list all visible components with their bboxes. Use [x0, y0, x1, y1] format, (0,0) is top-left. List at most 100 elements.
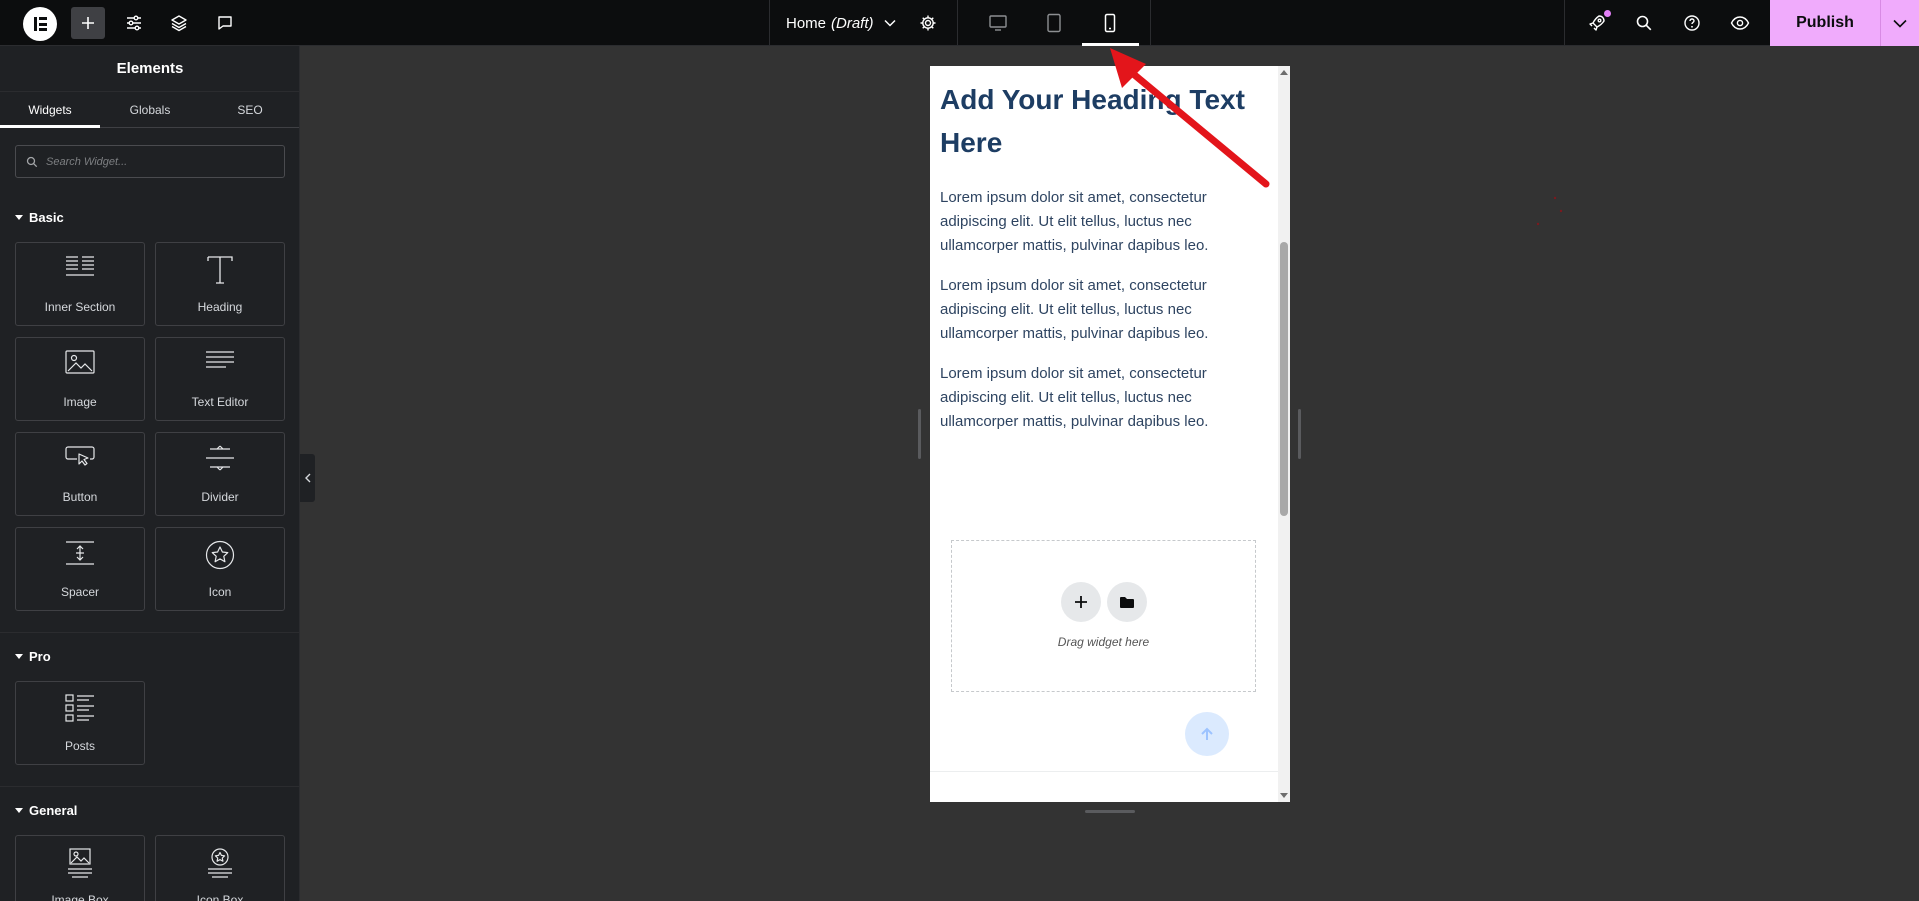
help-button[interactable] — [1675, 7, 1709, 39]
widget-label: Text Editor — [191, 395, 249, 409]
page-name: Home — [786, 14, 827, 32]
widget-inner-section[interactable]: Inner Section — [15, 242, 145, 326]
text-paragraph[interactable]: Lorem ipsum dolor sit amet, consectetur … — [940, 274, 1265, 346]
widget-spacer[interactable]: Spacer — [15, 527, 145, 611]
tablet-view-button[interactable] — [1037, 7, 1071, 39]
category-pro-toggle[interactable]: Pro — [15, 649, 51, 664]
scrollbar-thumb[interactable] — [1280, 242, 1288, 516]
widget-divider[interactable]: Divider — [155, 432, 285, 516]
plus-icon — [82, 17, 94, 29]
image-icon — [65, 350, 95, 374]
widget-label: Spacer — [60, 585, 100, 599]
desktop-view-button[interactable] — [981, 7, 1015, 39]
widget-label: Image — [63, 395, 97, 409]
category-label: Basic — [29, 210, 64, 225]
category-general-toggle[interactable]: General — [15, 803, 77, 818]
posts-icon — [65, 694, 94, 722]
whats-new-button[interactable] — [1580, 7, 1614, 39]
widget-icon[interactable]: Icon — [155, 527, 285, 611]
widget-label: Inner Section — [44, 300, 116, 314]
scroll-down-arrow-icon[interactable] — [1280, 793, 1288, 798]
resize-handle-left[interactable] — [918, 409, 921, 459]
layers-icon — [171, 15, 187, 32]
search-icon — [26, 156, 38, 167]
scroll-up-arrow-icon[interactable] — [1280, 70, 1288, 75]
drop-zone[interactable]: Drag widget here — [951, 540, 1256, 692]
panel-tabs: Widgets Globals SEO — [0, 93, 299, 128]
add-section-button[interactable] — [1060, 582, 1101, 622]
widget-text-editor[interactable]: Text Editor — [155, 337, 285, 421]
search-widget-field[interactable] — [15, 145, 285, 178]
publish-button[interactable]: Publish — [1770, 0, 1880, 46]
chevron-down-icon — [1893, 19, 1907, 28]
tab-seo[interactable]: SEO — [200, 93, 299, 127]
resize-handle-bottom[interactable] — [1085, 810, 1135, 813]
finder-button[interactable] — [1627, 7, 1661, 39]
inner-section-icon — [66, 256, 94, 276]
eye-icon — [1730, 16, 1750, 30]
preview-button[interactable] — [1723, 7, 1757, 39]
widget-image[interactable]: Image — [15, 337, 145, 421]
widget-label: Icon Box — [196, 893, 244, 901]
image-box-icon — [68, 848, 92, 878]
search-icon — [1636, 15, 1652, 31]
drop-zone-hint: Drag widget here — [1057, 635, 1150, 649]
gear-icon — [920, 15, 936, 31]
add-element-button[interactable] — [71, 7, 105, 39]
icon-box-icon — [208, 848, 232, 878]
text-paragraph[interactable]: Lorem ipsum dolor sit amet, consectetur … — [940, 186, 1265, 258]
widget-posts[interactable]: Posts — [15, 681, 145, 765]
mobile-preview-frame: Add Your Heading Text Here Lorem ipsum d… — [930, 66, 1290, 802]
rocket-icon — [1589, 15, 1605, 31]
divider-icon — [206, 445, 234, 471]
tab-globals[interactable]: Globals — [100, 93, 200, 127]
plus-icon — [1074, 596, 1087, 608]
top-bar: Home (Draft) Publish — [0, 0, 1919, 46]
search-widget-input[interactable] — [46, 155, 276, 168]
mobile-view-button[interactable] — [1093, 7, 1127, 39]
publish-options-button[interactable] — [1880, 0, 1919, 46]
notification-dot — [1604, 10, 1611, 17]
widget-label: Divider — [201, 490, 239, 504]
site-settings-button[interactable] — [117, 7, 151, 39]
footer-divider — [930, 771, 1280, 772]
heading-icon — [207, 256, 233, 284]
desktop-icon — [989, 15, 1007, 31]
page-status: (Draft) — [831, 14, 874, 32]
page-settings-button[interactable] — [911, 7, 945, 39]
resize-handle-right[interactable] — [1298, 409, 1301, 459]
widget-image-box[interactable]: Image Box — [15, 835, 145, 901]
chevron-left-icon — [304, 473, 310, 483]
add-template-button[interactable] — [1106, 582, 1147, 622]
widget-label: Heading — [197, 300, 243, 314]
widget-label: Icon — [208, 585, 232, 599]
tab-widgets[interactable]: Widgets — [0, 93, 100, 128]
widget-button[interactable]: Button — [15, 432, 145, 516]
widget-icon-box[interactable]: Icon Box — [155, 835, 285, 901]
category-label: Pro — [29, 649, 51, 664]
collapse-panel-button[interactable] — [300, 454, 315, 502]
text-editor-icon — [206, 351, 234, 368]
widget-label: Image Box — [51, 893, 109, 901]
spacer-icon — [66, 541, 94, 565]
panel-title: Elements — [0, 46, 299, 92]
text-paragraph[interactable]: Lorem ipsum dolor sit amet, consectetur … — [940, 362, 1265, 434]
category-basic-toggle[interactable]: Basic — [15, 210, 64, 225]
mobile-icon — [1104, 13, 1116, 33]
page-title-dropdown[interactable]: Home (Draft) — [786, 0, 896, 46]
tablet-icon — [1047, 13, 1061, 33]
scroll-to-top-button[interactable] — [1185, 712, 1229, 756]
widget-heading[interactable]: Heading — [155, 242, 285, 326]
structure-button[interactable] — [162, 7, 196, 39]
button-icon — [65, 446, 95, 466]
sliders-icon — [127, 15, 141, 31]
star-icon — [205, 540, 235, 570]
heading-widget[interactable]: Add Your Heading Text Here — [940, 78, 1265, 164]
arrow-up-icon — [1201, 727, 1213, 740]
folder-icon — [1119, 596, 1134, 608]
chevron-down-icon — [883, 19, 896, 27]
elementor-logo-icon[interactable] — [23, 7, 57, 41]
preview-scrollbar[interactable] — [1278, 66, 1290, 802]
help-icon — [1684, 15, 1700, 31]
notes-button[interactable] — [208, 7, 242, 39]
